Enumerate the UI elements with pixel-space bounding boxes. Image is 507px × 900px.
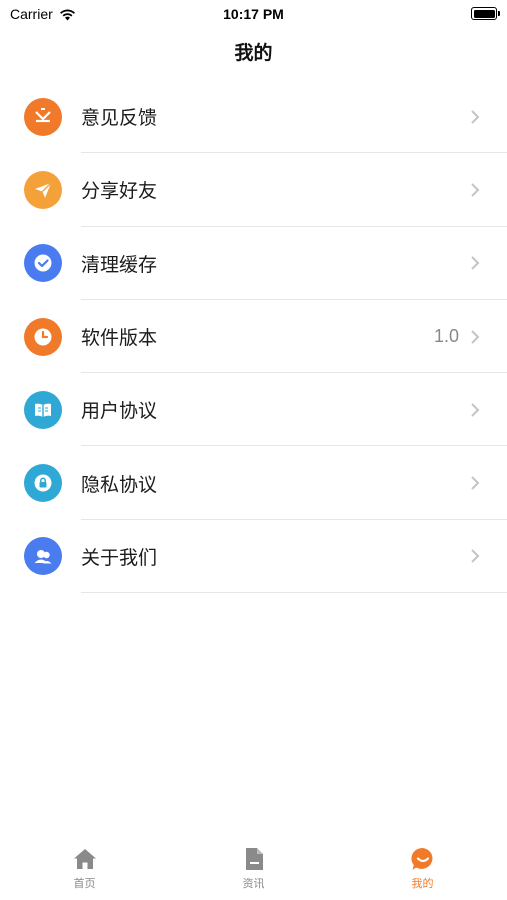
menu-item-label: 软件版本 bbox=[81, 327, 158, 350]
share-plane-icon bbox=[24, 170, 62, 209]
status-bar: Carrier 10:17 PM bbox=[0, 0, 507, 28]
tab-label: 我的 bbox=[411, 877, 434, 890]
page-title: 我的 bbox=[234, 42, 273, 64]
chevron-right-icon bbox=[471, 549, 480, 564]
version-value: 1.0 bbox=[433, 326, 459, 347]
tab-home[interactable]: 首页 bbox=[0, 836, 169, 900]
chevron-right-icon bbox=[471, 476, 480, 490]
document-icon bbox=[245, 848, 263, 870]
menu-item-label: 分享好友 bbox=[81, 180, 158, 203]
chat-bubble-icon bbox=[410, 847, 432, 870]
chevron-right-icon bbox=[471, 256, 480, 270]
status-time: 10:17 PM bbox=[223, 6, 284, 22]
menu-item-feedback[interactable]: 意见反馈 bbox=[0, 80, 507, 154]
chevron-right-icon bbox=[471, 183, 480, 197]
home-icon bbox=[73, 849, 96, 869]
tab-news[interactable]: 资讯 bbox=[169, 836, 338, 900]
feedback-icon bbox=[24, 97, 62, 136]
menu-item-label: 清理缓存 bbox=[81, 253, 158, 276]
menu-item-version[interactable]: 软件版本 1.0 bbox=[0, 300, 507, 374]
check-circle-icon bbox=[24, 244, 62, 283]
clock-icon bbox=[24, 317, 62, 356]
menu-item-label: 意见反馈 bbox=[81, 107, 158, 130]
menu-item-share[interactable]: 分享好友 bbox=[0, 153, 507, 227]
lock-icon bbox=[24, 464, 62, 503]
menu-item-label: 用户协议 bbox=[81, 400, 158, 423]
tab-label: 资讯 bbox=[242, 877, 265, 890]
menu-item-about[interactable]: 关于我们 bbox=[0, 520, 507, 594]
menu-item-user-agreement[interactable]: 用户协议 bbox=[0, 373, 507, 447]
tab-mine[interactable]: 我的 bbox=[338, 836, 507, 900]
divider bbox=[81, 592, 507, 594]
battery-icon bbox=[471, 7, 500, 20]
tab-bar: 首页 资讯 我的 bbox=[0, 836, 507, 900]
book-icon bbox=[24, 390, 62, 429]
menu-item-clear-cache[interactable]: 清理缓存 bbox=[0, 227, 507, 300]
settings-menu: 意见反馈 分享好友 清理缓存 软件版本 1.0 用户协议 隐私协议 关于我们 bbox=[0, 80, 507, 594]
menu-item-privacy[interactable]: 隐私协议 bbox=[0, 446, 507, 520]
menu-item-label: 隐私协议 bbox=[81, 473, 158, 496]
menu-item-label: 关于我们 bbox=[81, 546, 158, 569]
chevron-right-icon bbox=[471, 403, 480, 417]
chevron-right-icon bbox=[471, 109, 480, 124]
users-icon bbox=[24, 537, 62, 576]
chevron-right-icon bbox=[471, 329, 480, 344]
tab-label: 首页 bbox=[73, 877, 96, 890]
